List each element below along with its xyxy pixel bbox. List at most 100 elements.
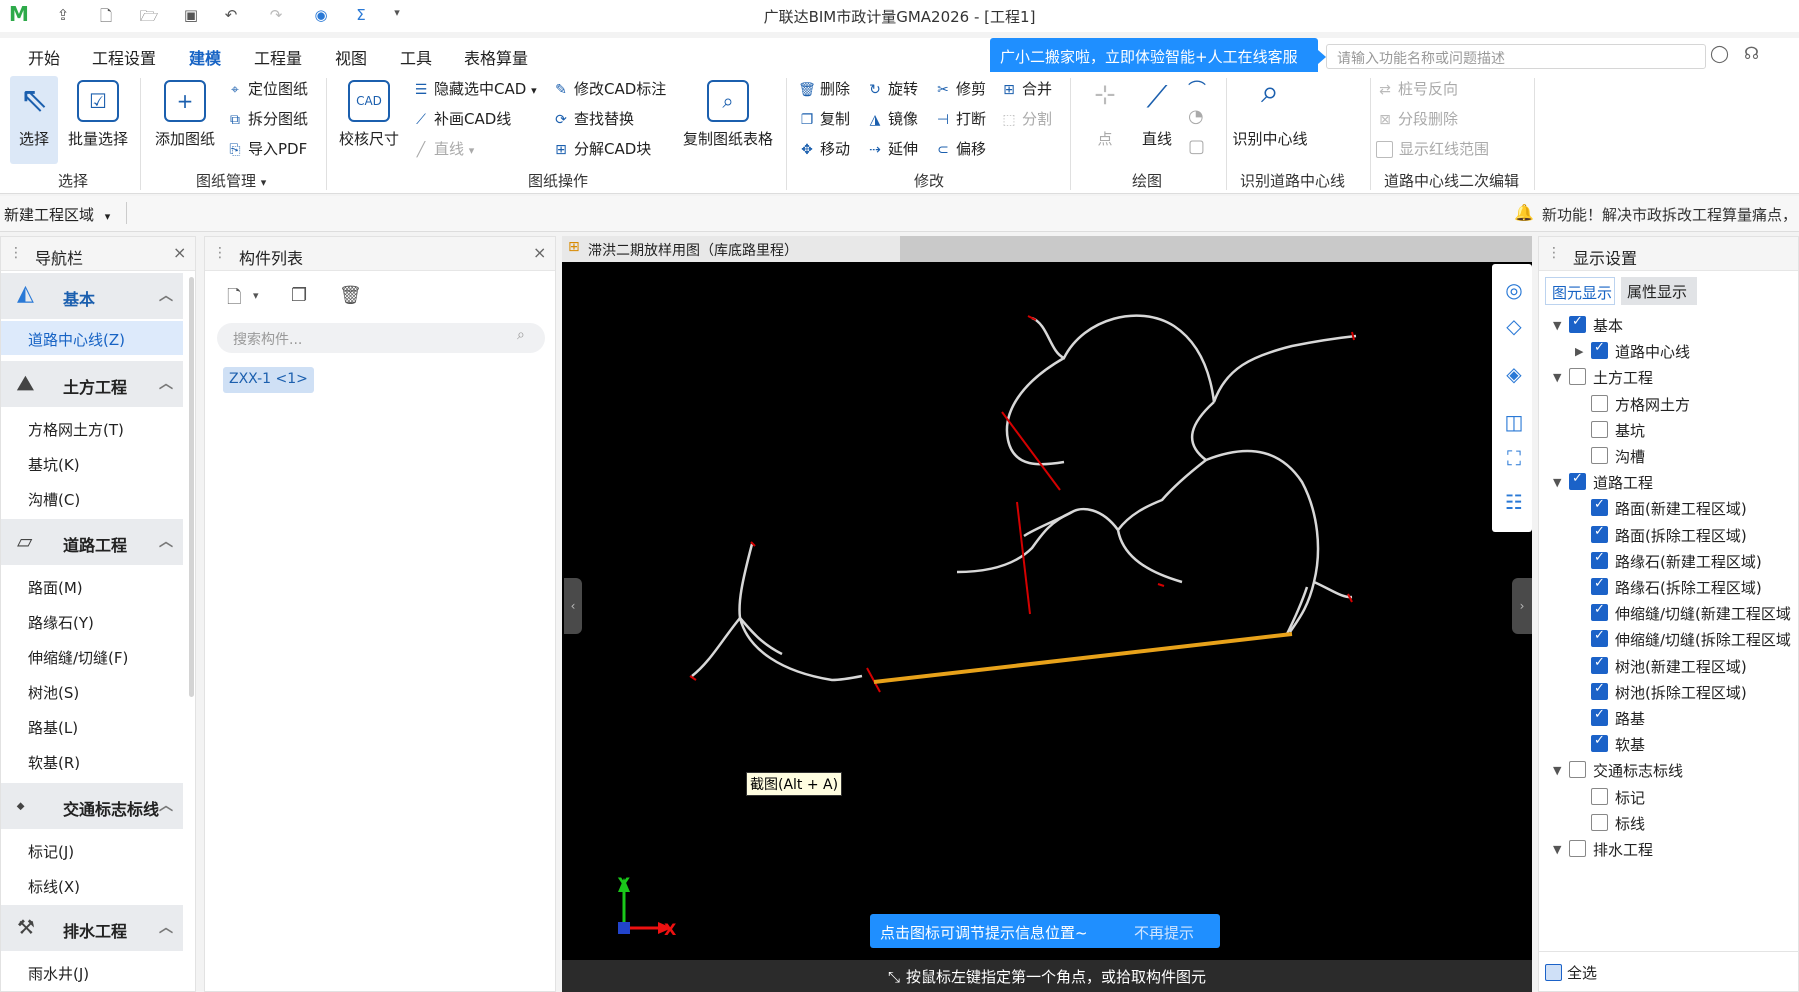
line-dropdown-button[interactable]: ╱ 直线 ▾ <box>412 138 475 159</box>
menu-project-settings[interactable]: 工程设置 <box>92 45 156 69</box>
display-checkbox[interactable] <box>1591 550 1608 569</box>
expand-caret-icon[interactable]: ▼ <box>1553 476 1561 489</box>
nav-item-soft-soil[interactable]: 软基(R) <box>28 752 80 773</box>
new-component-icon[interactable]: 🗋 <box>227 285 241 315</box>
menu-modeling[interactable]: 建模 <box>189 45 222 75</box>
draw-line-button[interactable]: ⟋ 直线 <box>1132 80 1182 149</box>
menu-start[interactable]: 开始 <box>28 45 60 69</box>
close-icon[interactable]: × <box>533 243 546 262</box>
select-button[interactable]: ⇖ 选择 <box>10 76 58 164</box>
calibrate-size-button[interactable]: CAD 校核尺寸 <box>336 80 402 149</box>
chevron-down-icon[interactable]: ▾ <box>253 289 259 302</box>
function-search-input[interactable]: 请输入功能名称或问题描述 <box>1326 44 1706 69</box>
offset-button[interactable]: ⊂ 偏移 <box>934 138 986 159</box>
display-checkbox[interactable] <box>1591 497 1608 517</box>
draw-point-button[interactable]: ⊹ 点 <box>1080 80 1130 149</box>
display-checkbox[interactable] <box>1591 628 1608 648</box>
settings-list-icon[interactable]: ☷ <box>1496 484 1532 520</box>
display-checkbox[interactable] <box>1569 840 1586 857</box>
menu-view[interactable]: 视图 <box>335 45 367 69</box>
display-checkbox[interactable] <box>1591 420 1608 438</box>
expand-caret-icon[interactable]: ▼ <box>1553 319 1561 332</box>
pin-icon[interactable]: ⋮ <box>1547 245 1561 261</box>
merge-button[interactable]: ⊞ 合并 <box>1000 78 1052 99</box>
right-collapse-handle[interactable]: › <box>1512 578 1532 634</box>
menu-tools[interactable]: 工具 <box>400 45 432 69</box>
pin-icon[interactable]: ⋮ <box>213 245 227 261</box>
expand-caret-icon[interactable]: ▼ <box>1553 764 1561 777</box>
nav-category-traffic[interactable]: ⬩ 交通标志标线 ︿ <box>1 783 183 829</box>
display-checkbox[interactable] <box>1569 761 1586 779</box>
tab-attribute-display[interactable]: 属性显示 <box>1621 277 1697 305</box>
circle-icon[interactable]: ◔ <box>1188 106 1204 127</box>
user-icon[interactable]: ◯ <box>1710 44 1729 64</box>
hint-bubble[interactable]: 点击图标可调节提示信息位置~ 不再提示 <box>870 914 1220 948</box>
nav-item-centerline[interactable]: 道路中心线(Z) <box>28 329 125 350</box>
reverse-station-button[interactable]: ⇄ 桩号反向 <box>1376 78 1458 99</box>
display-checkbox[interactable] <box>1569 368 1586 386</box>
expand-caret-icon[interactable]: ▼ <box>1553 843 1561 856</box>
close-icon[interactable]: × <box>173 243 186 262</box>
nav-item-curb[interactable]: 路缘石(Y) <box>28 612 94 633</box>
arc-icon[interactable]: ⌒ <box>1188 76 1206 102</box>
split-drawing-button[interactable]: ⧉ 拆分图纸 <box>226 108 308 129</box>
nav-scrollbar[interactable] <box>189 277 194 697</box>
dismiss-hint-button[interactable]: 不再提示 <box>1134 922 1194 943</box>
tab-element-display[interactable]: 图元显示 <box>1545 277 1615 305</box>
nav-item-line-marking[interactable]: 标线(X) <box>28 876 80 897</box>
nav-item-tree-pit[interactable]: 树池(S) <box>28 682 79 703</box>
trim-button[interactable]: ✂ 修剪 <box>934 78 986 99</box>
search-icon[interactable]: ⌕ <box>517 327 525 343</box>
redraw-cad-button[interactable]: ⟋ 补画CAD线 <box>412 108 511 129</box>
display-checkbox[interactable] <box>1591 602 1608 622</box>
area-select-dropdown[interactable]: 新建工程区域 ▾ <box>4 204 110 225</box>
display-checkbox[interactable] <box>1591 681 1608 700</box>
nav-category-basic[interactable]: ◭ 基本 ︿ <box>1 273 183 319</box>
component-item[interactable]: ZXX-1 <1> <box>223 367 314 393</box>
rectangle-icon[interactable]: ▢ <box>1188 136 1205 157</box>
nav-category-road[interactable]: ▱ 道路工程 ︿ <box>1 519 183 565</box>
service-banner[interactable]: 广小二搬家啦，立即体验智能+人工在线客服 <box>990 38 1326 76</box>
cube-view-icon[interactable]: ◇ <box>1496 308 1532 344</box>
delete-button[interactable]: 🗑 删除 <box>798 78 850 99</box>
split-button[interactable]: ⬚ 分割 <box>1000 108 1052 129</box>
display-checkbox[interactable] <box>1591 394 1608 412</box>
menu-quantity[interactable]: 工程量 <box>254 45 302 69</box>
display-checkbox[interactable] <box>1591 733 1608 753</box>
display-checkbox[interactable] <box>1591 813 1608 831</box>
display-checkbox[interactable] <box>1591 787 1608 805</box>
break-button[interactable]: ⊣ 打断 <box>934 108 986 129</box>
group-drawing-mgmt-label[interactable]: 图纸管理 ▾ <box>196 170 266 191</box>
feature-notice[interactable]: 新功能！解决市政拆改工程算量痛点， <box>1542 204 1797 225</box>
hide-cad-button[interactable]: ☰ 隐藏选中CAD ▾ <box>412 78 537 99</box>
component-search-input[interactable]: 搜索构件... <box>217 323 545 353</box>
nav-item-joint[interactable]: 伸缩缝/切缝(F) <box>28 647 128 668</box>
nav-item-grid-earthwork[interactable]: 方格网土方(T) <box>28 419 124 440</box>
left-collapse-handle[interactable]: ‹ <box>564 578 582 634</box>
nav-category-drainage[interactable]: ⚒ 排水工程 ︿ <box>1 905 183 951</box>
locate-drawing-button[interactable]: ⌖ 定位图纸 <box>226 78 308 99</box>
display-checkbox[interactable] <box>1591 340 1608 360</box>
nav-category-earthwork[interactable]: ⛰ 土方工程 ︿ <box>1 361 183 407</box>
select-all-checkbox[interactable] <box>1545 964 1562 981</box>
duplicate-icon[interactable]: ❐ <box>291 285 307 306</box>
orbit-icon[interactable]: ◎ <box>1496 272 1532 308</box>
menu-table-quantity[interactable]: 表格算量 <box>464 45 528 69</box>
find-replace-button[interactable]: ⟳ 查找替换 <box>552 108 634 129</box>
show-redline-checkbox[interactable] <box>1376 141 1393 158</box>
fit-view-icon[interactable]: ⛶ <box>1496 440 1532 476</box>
nav-item-foundation-pit[interactable]: 基坑(K) <box>28 454 80 475</box>
drawing-tab[interactable]: ⊞ 滞洪二期放样用图（库底路里程） <box>562 236 900 262</box>
add-drawing-button[interactable]: + 添加图纸 <box>152 80 218 149</box>
extend-button[interactable]: ⇢ 延伸 <box>866 138 918 159</box>
move-button[interactable]: ✥ 移动 <box>798 138 850 159</box>
display-checkbox[interactable] <box>1591 524 1608 543</box>
display-checkbox[interactable] <box>1569 471 1586 491</box>
mirror-button[interactable]: ◮ 镜像 <box>866 108 918 129</box>
nav-item-subgrade[interactable]: 路基(L) <box>28 717 78 738</box>
nav-item-pavement[interactable]: 路面(M) <box>28 577 83 598</box>
identify-centerline-button[interactable]: ⌕ 识别中心线 <box>1228 72 1312 149</box>
nav-item-rain-well[interactable]: 雨水井(J) <box>28 963 89 984</box>
edit-cad-dim-button[interactable]: ✎ 修改CAD标注 <box>552 78 666 99</box>
explode-cad-button[interactable]: ⊞ 分解CAD块 <box>552 138 651 159</box>
